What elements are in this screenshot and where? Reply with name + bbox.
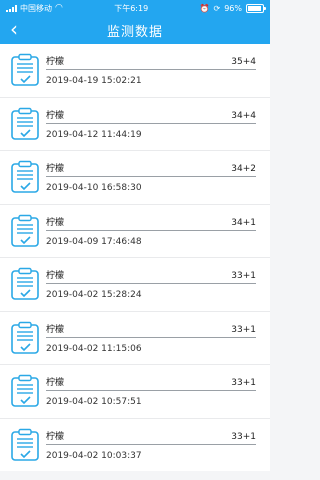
clipboard-check-icon [11, 107, 39, 140]
record-score: 34+4 [231, 110, 256, 121]
record-datetime: 2019-04-02 15:28:24 [46, 290, 142, 301]
record-content: 柠檬 35+4 2019-04-19 15:02:21 [46, 54, 256, 86]
record-datetime: 2019-04-02 11:15:06 [46, 343, 142, 354]
clipboard-check-icon [11, 268, 39, 301]
record-score: 33+1 [231, 431, 256, 442]
record-datetime: 2019-04-02 10:03:37 [46, 450, 142, 461]
record-datetime: 2019-04-02 10:57:51 [46, 397, 142, 408]
record-score: 35+4 [231, 57, 256, 68]
clipboard-check-icon [11, 214, 39, 247]
record-row[interactable]: 柠檬 33+1 2019-04-02 11:15:06 [0, 310, 270, 364]
record-row[interactable]: 柠檬 33+1 2019-04-02 10:57:51 [0, 364, 270, 418]
record-content: 柠檬 33+1 2019-04-02 11:15:06 [46, 322, 256, 354]
lock-rotation-icon: ⟳ [213, 3, 221, 13]
record-name: 柠檬 [46, 164, 65, 175]
record-datetime: 2019-04-09 17:46:48 [46, 236, 142, 247]
record-name: 柠檬 [46, 271, 65, 282]
record-row[interactable]: 柠檬 33+1 2019-04-02 10:03:37 [0, 417, 270, 471]
record-content: 柠檬 34+4 2019-04-12 11:44:19 [46, 108, 256, 140]
signal-icon [6, 4, 17, 12]
record-datetime: 2019-04-10 16:58:30 [46, 183, 142, 194]
record-row[interactable]: 柠檬 34+4 2019-04-12 11:44:19 [0, 96, 270, 150]
record-datetime: 2019-04-19 15:02:21 [46, 76, 142, 87]
record-content: 柠檬 34+2 2019-04-10 16:58:30 [46, 161, 256, 193]
wifi-icon: ◠ [55, 3, 63, 13]
clipboard-check-icon [11, 54, 39, 87]
record-name: 柠檬 [46, 217, 65, 228]
navigation-bar: ‹ 监测数据 [0, 16, 270, 44]
record-score: 33+1 [231, 324, 256, 335]
record-score: 34+2 [231, 164, 256, 175]
record-score: 33+1 [231, 271, 256, 282]
carrier-label: 中国移动 [20, 3, 52, 13]
clipboard-check-icon [11, 375, 39, 408]
record-list: 柠檬 35+4 2019-04-19 15:02:21 柠檬 34+4 2019… [0, 44, 270, 471]
alarm-icon: ⏰ [199, 3, 210, 13]
battery-percent: 96% [224, 3, 242, 13]
back-button[interactable]: ‹ [10, 19, 18, 39]
record-score: 33+1 [231, 378, 256, 389]
record-row[interactable]: 柠檬 33+1 2019-04-02 15:28:24 [0, 257, 270, 311]
record-content: 柠檬 33+1 2019-04-02 10:57:51 [46, 375, 256, 407]
status-time: 下午6:19 [114, 3, 149, 13]
record-name: 柠檬 [46, 110, 65, 121]
record-content: 柠檬 34+1 2019-04-09 17:46:48 [46, 215, 256, 247]
record-content: 柠檬 33+1 2019-04-02 15:28:24 [46, 268, 256, 300]
record-score: 34+1 [231, 217, 256, 228]
battery-icon [246, 3, 266, 13]
clipboard-check-icon [11, 321, 39, 354]
clipboard-check-icon [11, 161, 39, 194]
record-name: 柠檬 [46, 57, 65, 68]
record-row[interactable]: 柠檬 35+4 2019-04-19 15:02:21 [0, 44, 270, 97]
status-bar: 中国移动 ◠ 下午6:19 ⏰ ⟳ 96% [0, 0, 270, 16]
record-datetime: 2019-04-12 11:44:19 [46, 129, 142, 140]
clipboard-check-icon [11, 428, 39, 461]
page-title: 监测数据 [106, 24, 163, 40]
record-name: 柠檬 [46, 324, 65, 335]
record-name: 柠檬 [46, 431, 65, 442]
app-header: 中国移动 ◠ 下午6:19 ⏰ ⟳ 96% ‹ 监测数据 [0, 0, 270, 44]
record-row[interactable]: 柠檬 34+1 2019-04-09 17:46:48 [0, 203, 270, 257]
record-row[interactable]: 柠檬 34+2 2019-04-10 16:58:30 [0, 150, 270, 204]
record-content: 柠檬 33+1 2019-04-02 10:03:37 [46, 429, 256, 461]
record-name: 柠檬 [46, 378, 65, 389]
